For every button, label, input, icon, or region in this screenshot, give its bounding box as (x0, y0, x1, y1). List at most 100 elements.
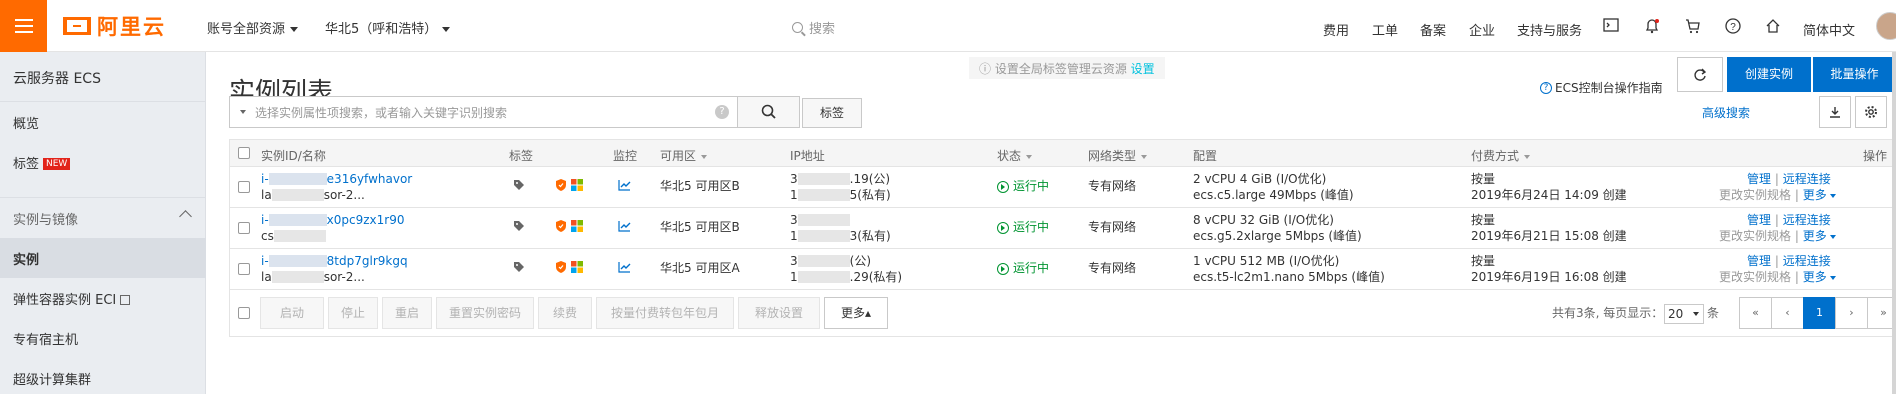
manage-link[interactable]: 管理 (1747, 172, 1771, 186)
change-spec-link[interactable]: 更改实例规格 (1719, 270, 1791, 284)
page-scrollbar[interactable] (1892, 52, 1896, 394)
nav-link-tickets[interactable]: 工单 (1372, 20, 1398, 39)
nav-link-billing[interactable]: 费用 (1323, 20, 1349, 39)
console-guide-link[interactable]: ? ECS控制台操作指南 (1540, 79, 1663, 96)
top-navigation-bar: 阿里云 账号全部资源 华北5（呼和浩特） 搜索 费用 工单 备案 企业 支持与服… (0, 0, 1896, 52)
sidebar-item-instances[interactable]: 实例 (0, 238, 206, 278)
terminal-icon[interactable] (1602, 18, 1620, 36)
masked-text (797, 173, 850, 185)
prev-page-button[interactable]: ‹ (1771, 297, 1804, 329)
masked-text (271, 189, 324, 201)
convert-billing-button[interactable]: 按量付费转包年包月 (596, 297, 734, 329)
global-search[interactable]: 搜索 (792, 18, 835, 37)
monitor-chart-icon[interactable] (618, 261, 631, 277)
sidebar-item-overview[interactable]: 概览 (0, 102, 206, 142)
col-network[interactable]: 网络类型 (1088, 147, 1148, 164)
table-header: 实例ID/名称 标签 监控 可用区 IP地址 状态 网络类型 配置 付费方式 操… (230, 140, 1893, 167)
col-config: 配置 (1193, 149, 1218, 163)
col-zone[interactable]: 可用区 (660, 147, 708, 164)
cart-icon[interactable] (1684, 18, 1702, 36)
created-time: 2019年6月19日 16:08 创建 (1471, 270, 1627, 284)
settings-button[interactable] (1855, 96, 1887, 128)
chevron-down-icon (290, 27, 299, 32)
refresh-button[interactable] (1677, 57, 1723, 92)
page-size-select[interactable]: 20 (1664, 304, 1704, 324)
help-icon[interactable]: ? (1724, 18, 1742, 36)
release-setting-button[interactable]: 释放设置 (738, 297, 820, 329)
select-all-checkbox[interactable] (238, 147, 250, 159)
zone-text: 华北5 可用区B (660, 220, 740, 234)
tag-filter-button[interactable]: 标签 (802, 98, 862, 128)
instance-id-link[interactable]: i-e316yfwhavor (261, 172, 412, 187)
security-shield-icon[interactable] (555, 220, 567, 236)
start-button[interactable]: 启动 (260, 297, 324, 329)
sidebar-group-instances-images[interactable]: 实例与镜像 (0, 197, 206, 237)
private-ip: 1.29(私有) (790, 270, 903, 284)
change-spec-link[interactable]: 更改实例规格 (1719, 188, 1791, 202)
refresh-icon (1694, 68, 1707, 81)
more-actions-button[interactable]: 更多▴ (824, 297, 888, 329)
change-spec-link[interactable]: 更改实例规格 (1719, 229, 1791, 243)
nav-link-icp[interactable]: 备案 (1420, 20, 1446, 39)
chevron-down-icon (1829, 275, 1836, 280)
batch-operation-button[interactable]: 批量操作 (1813, 57, 1896, 92)
language-switcher[interactable]: 简体中文 (1803, 20, 1855, 39)
masked-text (797, 271, 850, 283)
more-link[interactable]: 更多 (1803, 188, 1836, 202)
next-page-button[interactable]: › (1835, 297, 1868, 329)
instance-id-link[interactable]: i-x0pc9zx1r90 (261, 213, 405, 228)
manage-link[interactable]: 管理 (1747, 213, 1771, 227)
bell-icon[interactable] (1643, 18, 1661, 36)
billing-method: 按量 (1471, 213, 1496, 227)
sidebar-item-eci[interactable]: 弹性容器实例 ECI (0, 278, 206, 318)
nav-link-enterprise[interactable]: 企业 (1469, 20, 1495, 39)
sidebar-item-scc[interactable]: 超级计算集群 (0, 358, 206, 394)
create-instance-button[interactable]: 创建实例 (1727, 57, 1811, 92)
remote-connect-link[interactable]: 远程连接 (1783, 213, 1831, 227)
remote-connect-link[interactable]: 远程连接 (1783, 254, 1831, 268)
col-tag: 标签 (509, 149, 534, 163)
row-actions-bottom: 更改实例规格 | 更多 (1719, 229, 1836, 244)
search-button[interactable] (737, 96, 800, 128)
restart-button[interactable]: 重启 (382, 297, 432, 329)
export-button[interactable] (1819, 96, 1851, 128)
col-status[interactable]: 状态 (997, 147, 1033, 164)
nav-link-support[interactable]: 支持与服务 (1517, 20, 1582, 39)
instance-id-link[interactable]: i- 8tdp7glr9kgq (261, 254, 408, 269)
account-scope-dropdown[interactable]: 账号全部资源 (207, 18, 299, 37)
monitor-chart-icon[interactable] (618, 220, 631, 236)
page-size-unit: 条 (1707, 306, 1720, 320)
instance-search-input[interactable]: 选择实例属性项搜索，或者输入关键字识别搜索 ? (229, 96, 738, 128)
footer-select-all-checkbox[interactable] (238, 307, 250, 319)
tip-settings-link[interactable]: 设置 (1131, 62, 1155, 76)
tag-icon[interactable] (513, 220, 525, 236)
reset-password-button[interactable]: 重置实例密码 (436, 297, 534, 329)
monitor-chart-icon[interactable] (618, 179, 631, 195)
status-badge: 运行中 (997, 179, 1049, 194)
aliyun-logo[interactable]: 阿里云 (63, 14, 166, 39)
tag-icon[interactable] (513, 179, 525, 195)
row-checkbox[interactable] (238, 222, 250, 234)
stop-button[interactable]: 停止 (328, 297, 378, 329)
sidebar-item-tags[interactable]: 标签 NEW (0, 142, 206, 182)
table-row: i-x0pc9zx1r90 cs 华北5 可用区B 3 1 3(私有) 运行中 专… (230, 208, 1893, 249)
more-link[interactable]: 更多 (1803, 270, 1836, 284)
manage-link[interactable]: 管理 (1747, 254, 1771, 268)
col-billing[interactable]: 付费方式 (1471, 147, 1531, 164)
region-dropdown[interactable]: 华北5（呼和浩特） (325, 18, 451, 37)
renew-button[interactable]: 续费 (538, 297, 592, 329)
home-icon[interactable] (1764, 18, 1782, 36)
user-avatar[interactable] (1876, 12, 1896, 40)
current-page-button[interactable]: 1 (1803, 297, 1836, 329)
sidebar-item-dedicated-host[interactable]: 专有宿主机 (0, 318, 206, 358)
security-shield-icon[interactable] (555, 261, 567, 277)
more-link[interactable]: 更多 (1803, 229, 1836, 243)
remote-connect-link[interactable]: 远程连接 (1783, 172, 1831, 186)
security-shield-icon[interactable] (555, 179, 567, 195)
row-checkbox[interactable] (238, 181, 250, 193)
first-page-button[interactable]: « (1739, 297, 1772, 329)
row-checkbox[interactable] (238, 263, 250, 275)
advanced-search-link[interactable]: 高级搜索 (1702, 104, 1750, 121)
tag-icon[interactable] (513, 261, 525, 277)
hamburger-menu-button[interactable] (0, 0, 47, 52)
